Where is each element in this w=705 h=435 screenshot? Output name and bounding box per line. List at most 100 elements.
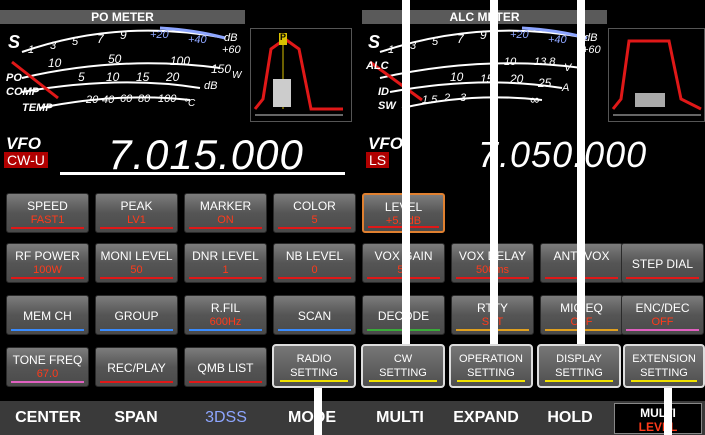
sub-frequency[interactable]: 7.050.000 [478, 134, 647, 176]
alc-v: V [564, 62, 572, 74]
marker-key[interactable]: MARKER ON [184, 193, 267, 233]
hold-button[interactable]: HOLD [530, 401, 610, 435]
alc-s-label: S [368, 32, 381, 52]
cw-setting-bar [369, 380, 437, 382]
po-50: 50 [108, 52, 122, 66]
speed-bar [11, 227, 84, 229]
audio-scope: P [250, 28, 352, 122]
callout-line-4 [314, 388, 322, 435]
alc-s-plus20: +20 [510, 29, 529, 41]
cw-setting-line2: SETTING [379, 367, 427, 379]
po-s-db: dB [224, 32, 238, 44]
mem-ch-label: MEM CH [23, 309, 72, 323]
marker-label: MARKER [199, 199, 252, 213]
r-fil-key[interactable]: R.FIL 600Hz [184, 295, 267, 335]
po-s-1: 1 [28, 44, 35, 56]
3dss-button[interactable]: 3DSS [186, 401, 266, 435]
tone-freq-value: 67.0 [36, 368, 59, 380]
rf-power-key[interactable]: RF POWER 100W [6, 243, 89, 283]
po-s-label: S [8, 32, 21, 52]
comp-5: 5 [78, 70, 85, 84]
expand-button[interactable]: EXPAND [446, 401, 526, 435]
radio-setting-line2: SETTING [290, 367, 338, 379]
vfo-label: VFO [6, 134, 41, 153]
moni-level-key[interactable]: MONI LEVEL 50 [95, 243, 178, 283]
main-mode-badge[interactable]: CW-U [4, 152, 48, 168]
cw-setting-key[interactable]: CW SETTING [361, 344, 445, 388]
operation-setting-key[interactable]: OPERATION SETTING [449, 344, 533, 388]
rec-play-key[interactable]: REC/PLAY [95, 347, 178, 387]
nb-level-key[interactable]: NB LEVEL 0 [273, 243, 356, 283]
temp-20: 20 [86, 94, 99, 106]
alc-meter: ALC METER S 1 3 5 7 9 +20 +40 dB +60 ALC… [362, 0, 607, 128]
po-meter: PO METER S 1 3 5 7 9 +20 +40 dB +60 PO 1… [0, 0, 245, 128]
mem-ch-key[interactable]: MEM CH [6, 295, 89, 335]
marker-value: ON [217, 214, 234, 226]
scan-key[interactable]: SCAN [273, 295, 356, 335]
r-fil-value: 600Hz [209, 316, 242, 328]
moni-level-label: MONI LEVEL [100, 249, 173, 263]
speed-value: FAST1 [30, 214, 65, 226]
extension-setting-bar [631, 380, 697, 382]
tone-freq-key[interactable]: TONE FREQ 67.0 [6, 347, 89, 387]
enc-dec-key[interactable]: ENC/DEC OFF [621, 295, 704, 335]
multi-level-button[interactable]: MULTI LEVEL [614, 403, 702, 434]
scope-marker: P [280, 32, 287, 42]
po-s-plus60: +60 [222, 44, 241, 56]
color-key[interactable]: COLOR 5 [273, 193, 356, 233]
extension-setting-line2: SETTING [640, 367, 688, 379]
extension-setting-line1: EXTENSION [632, 353, 696, 365]
po-s-plus20: +20 [150, 29, 169, 41]
radio-setting-face: RADIO SETTING [277, 349, 351, 383]
peak-key[interactable]: PEAK LV1 [95, 193, 178, 233]
swr-1-5: 1.5 [422, 94, 438, 106]
alc-s-3: 3 [410, 40, 417, 52]
id-a: A [562, 82, 570, 94]
dnr-level-key[interactable]: DNR LEVEL 1 [184, 243, 267, 283]
swr-2: 2 [444, 92, 451, 104]
qmb-list-label: QMB LIST [197, 361, 254, 375]
po-s-9: 9 [120, 28, 127, 42]
scan-label: SCAN [297, 309, 332, 323]
center-button[interactable]: CENTER [8, 401, 88, 435]
radio-setting-key[interactable]: RADIO SETTING [272, 344, 356, 388]
sub-mode-badge[interactable]: LS [366, 152, 390, 168]
right-scope [608, 28, 705, 122]
mode-button[interactable]: MODE [272, 401, 352, 435]
enc-dec-value: OFF [651, 316, 674, 328]
multi-button[interactable]: MULTI [360, 401, 440, 435]
po-s-5: 5 [72, 36, 79, 48]
qmb-list-key[interactable]: QMB LIST [184, 347, 267, 387]
rf-power-label: RF POWER [15, 249, 80, 263]
moni-level-bar [100, 277, 173, 279]
rec-play-bar [100, 381, 173, 383]
speed-key[interactable]: SPEED FAST1 [6, 193, 89, 233]
id-25: 25 [538, 76, 552, 90]
po-100: 100 [170, 54, 191, 68]
nb-level-value: 0 [311, 264, 318, 276]
speed-label: SPEED [27, 199, 68, 213]
radio-setting-bar [280, 380, 348, 382]
comp-label: COMP [6, 86, 39, 98]
step-dial-key[interactable]: STEP DIAL [621, 243, 704, 283]
comp-15: 15 [136, 70, 150, 84]
display-setting-line2: SETTING [555, 367, 603, 379]
rf-power-value: 100W [33, 264, 62, 276]
sub-vfo-label: VFO [368, 134, 403, 153]
marker-bar [189, 227, 262, 229]
enc-dec-bar [626, 329, 699, 331]
id-label: ID [378, 86, 389, 98]
dnr-level-label: DNR LEVEL [192, 249, 259, 263]
display-setting-bar [545, 380, 613, 382]
group-key[interactable]: GROUP [95, 295, 178, 335]
color-value: 5 [311, 214, 318, 226]
span-button[interactable]: SPAN [96, 401, 176, 435]
main-frequency[interactable]: 7.015.000 [108, 134, 304, 176]
extension-setting-key[interactable]: EXTENSION SETTING [623, 344, 705, 388]
po-s-plus40: +40 [188, 34, 207, 46]
display-setting-key[interactable]: DISPLAY SETTING [537, 344, 621, 388]
alc-s-7: 7 [457, 32, 464, 46]
operation-setting-line1: OPERATION [459, 353, 523, 365]
po-10: 10 [48, 56, 62, 70]
temp-40: 40 [102, 94, 115, 106]
